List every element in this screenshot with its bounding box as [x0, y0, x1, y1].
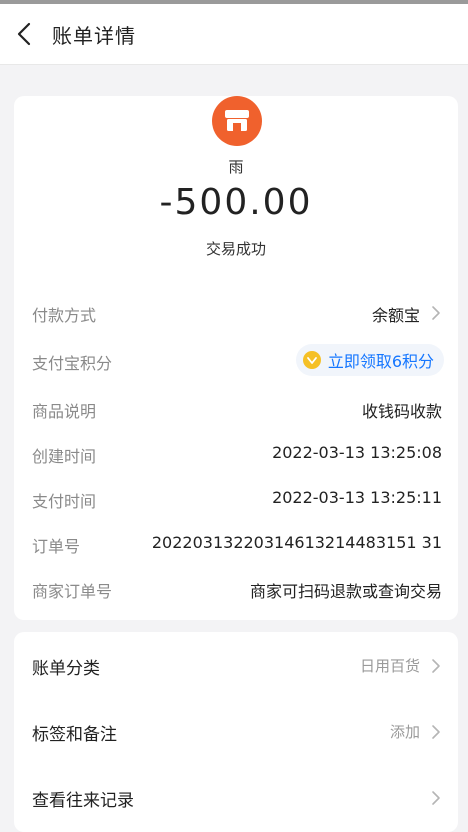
points-row: 支付宝积分 立即领取6积分	[32, 344, 444, 376]
payment-method-row[interactable]: 付款方式 余额宝	[32, 298, 442, 326]
option-value: 日用百货	[359, 657, 420, 675]
detail-label: 支付宝积分	[32, 354, 113, 373]
page-title: 账单详情	[52, 24, 136, 48]
bill-summary-card: 雨 -500.00 交易成功 付款方式 余额宝 支付宝积分 立即领取6积分 商品…	[14, 96, 458, 620]
option-label: 账单分类	[32, 659, 100, 679]
history-records-row[interactable]: 查看往来记录	[32, 778, 442, 818]
created-time-row: 创建时间 2022-03-13 13:25:08	[32, 439, 442, 467]
chevron-right-icon	[432, 659, 440, 673]
chevron-right-icon	[432, 306, 440, 320]
detail-value[interactable]: 商家可扫码退款或查询交易	[250, 578, 442, 602]
merchant-name: 雨	[228, 158, 244, 176]
detail-value: 2022-03-13 13:25:11	[272, 488, 442, 507]
back-arrow-icon[interactable]	[14, 18, 36, 50]
option-value: 添加	[389, 723, 420, 741]
detail-label: 商家订单号	[32, 582, 113, 601]
order-number-row: 订单号 20220313220314613214483151 31	[32, 529, 442, 557]
transaction-amount: -500.00	[159, 182, 313, 223]
merchant-order-row: 商家订单号 商家可扫码退款或查询交易	[32, 574, 442, 602]
tags-notes-row[interactable]: 标签和备注 添加	[32, 712, 442, 752]
option-label: 标签和备注	[32, 725, 117, 745]
header-bar: 账单详情	[0, 4, 468, 65]
paid-time-row: 支付时间 2022-03-13 13:25:11	[32, 484, 442, 512]
detail-label: 支付时间	[32, 492, 97, 511]
detail-label: 创建时间	[32, 447, 97, 466]
detail-label: 付款方式	[32, 306, 97, 325]
detail-label: 商品说明	[32, 402, 97, 421]
chevron-right-icon	[432, 791, 440, 805]
detail-value: 20220313220314613214483151 31	[151, 533, 442, 552]
detail-value: 收钱码收款	[361, 402, 442, 421]
store-icon	[212, 96, 262, 146]
detail-label: 订单号	[32, 537, 81, 556]
claim-points-button[interactable]: 立即领取6积分	[295, 344, 444, 376]
transaction-status: 交易成功	[205, 240, 266, 258]
coin-icon	[302, 351, 321, 369]
bill-category-row[interactable]: 账单分类 日用百货	[32, 646, 442, 686]
option-label: 查看往来记录	[32, 791, 134, 811]
detail-value: 余额宝	[371, 306, 420, 325]
detail-value: 2022-03-13 13:25:08	[272, 443, 442, 462]
claim-points-label: 立即领取6积分	[327, 352, 434, 371]
bill-options-card: 账单分类 日用百货 标签和备注 添加 查看往来记录	[14, 632, 458, 832]
product-desc-row: 商品说明 收钱码收款	[32, 394, 442, 422]
chevron-right-icon	[432, 725, 440, 739]
